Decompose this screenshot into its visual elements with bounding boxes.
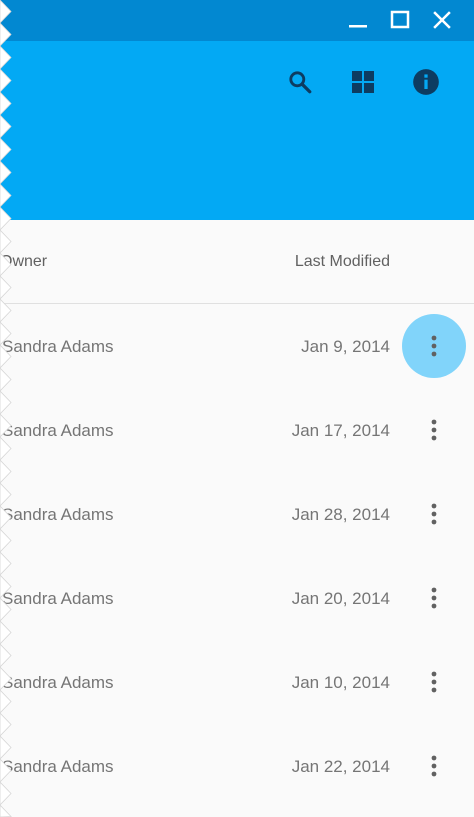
app-bar bbox=[0, 41, 474, 220]
last-modified-cell: Jan 10, 2014 bbox=[291, 673, 390, 692]
owner-cell: Sandra Adams bbox=[2, 757, 114, 776]
minimize-button[interactable] bbox=[343, 6, 373, 34]
close-icon bbox=[433, 11, 451, 29]
last-modified-cell: Jan 17, 2014 bbox=[291, 421, 390, 440]
table-row[interactable]: Sandra Adams Jan 22, 2014 bbox=[0, 724, 474, 808]
maximize-icon bbox=[390, 10, 410, 29]
more-vert-icon bbox=[431, 419, 437, 441]
more-vert-icon bbox=[431, 587, 437, 609]
more-options-button[interactable] bbox=[402, 734, 466, 798]
close-button[interactable] bbox=[427, 6, 457, 34]
table-header: Owner Last Modified bbox=[0, 220, 474, 304]
more-options-button[interactable] bbox=[402, 650, 466, 714]
owner-column-header[interactable]: Owner bbox=[0, 253, 47, 271]
more-vert-icon bbox=[431, 335, 437, 357]
owner-cell: Sandra Adams bbox=[2, 505, 114, 524]
last-modified-column-header[interactable]: Last Modified bbox=[295, 253, 390, 271]
grid-view-icon bbox=[352, 71, 374, 93]
table-row[interactable]: Sandra Adams Jan 9, 2014 bbox=[0, 304, 474, 388]
more-options-button[interactable] bbox=[402, 314, 466, 378]
more-vert-icon bbox=[431, 755, 437, 777]
info-button[interactable] bbox=[408, 64, 444, 100]
more-options-button[interactable] bbox=[402, 398, 466, 462]
last-modified-cell: Jan 28, 2014 bbox=[291, 505, 390, 524]
search-button[interactable] bbox=[282, 64, 318, 100]
owner-cell: Sandra Adams bbox=[2, 421, 114, 440]
owner-cell: Sandra Adams bbox=[2, 337, 114, 356]
more-options-button[interactable] bbox=[402, 566, 466, 630]
owner-cell: Sandra Adams bbox=[2, 673, 114, 692]
table-row[interactable]: Sandra Adams Jan 10, 2014 bbox=[0, 640, 474, 724]
file-list: Owner Last Modified Sandra Adams Jan 9, … bbox=[0, 220, 474, 817]
table-row[interactable]: Sandra Adams Jan 20, 2014 bbox=[0, 556, 474, 640]
more-vert-icon bbox=[431, 671, 437, 693]
grid-view-button[interactable] bbox=[345, 64, 381, 100]
table-row[interactable]: Sandra Adams Jan 17, 2014 bbox=[0, 388, 474, 472]
more-vert-icon bbox=[431, 503, 437, 525]
search-icon bbox=[289, 71, 312, 94]
owner-cell: Sandra Adams bbox=[2, 589, 114, 608]
last-modified-cell: Jan 22, 2014 bbox=[291, 757, 390, 776]
table-row[interactable]: Sandra Adams Jan 28, 2014 bbox=[0, 472, 474, 556]
last-modified-cell: Jan 9, 2014 bbox=[301, 337, 390, 356]
title-bar bbox=[0, 0, 474, 41]
maximize-button[interactable] bbox=[385, 6, 415, 34]
minimize-icon bbox=[349, 25, 367, 28]
info-icon bbox=[413, 69, 439, 95]
last-modified-cell: Jan 20, 2014 bbox=[291, 589, 390, 608]
more-options-button[interactable] bbox=[402, 482, 466, 546]
